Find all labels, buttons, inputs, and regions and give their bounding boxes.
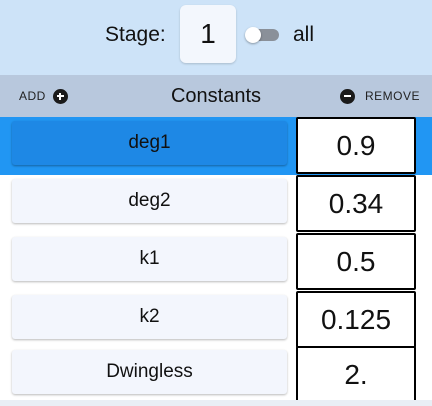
constant-name-button[interactable]: k2	[12, 295, 287, 339]
constant-name-button[interactable]: deg1	[12, 121, 287, 165]
constant-name-button[interactable]: k1	[12, 237, 287, 281]
toggle-label: all	[293, 23, 315, 46]
constant-row: k2 0.125	[0, 291, 432, 349]
remove-circle-icon	[340, 88, 355, 104]
constant-value-field[interactable]: 0.34	[296, 175, 416, 232]
add-label: ADD	[19, 89, 46, 103]
stage-label: Stage:	[105, 23, 166, 46]
constant-row: deg2 0.34	[0, 175, 432, 233]
constants-header: Constants ADD REMOVE	[0, 75, 432, 117]
all-stages-toggle[interactable]	[245, 27, 281, 43]
constant-value-field[interactable]: 2.	[296, 346, 416, 403]
toggle-thumb	[245, 27, 261, 43]
constant-name-button[interactable]: Dwingless	[12, 350, 287, 394]
add-circle-icon	[52, 88, 68, 104]
constant-value-field[interactable]: 0.5	[296, 233, 416, 290]
constant-name-button[interactable]: deg2	[12, 179, 287, 223]
constant-row: deg1 0.9	[0, 117, 432, 175]
constant-value-field[interactable]: 0.125	[296, 291, 416, 348]
constant-value-field[interactable]: 0.9	[296, 117, 416, 174]
stage-number-field[interactable]: 1	[180, 5, 236, 63]
remove-label: REMOVE	[365, 89, 421, 103]
stage-bar: Stage: 1 all	[0, 0, 432, 75]
list-bottom-edge	[0, 400, 432, 406]
remove-constant-button[interactable]: REMOVE	[340, 75, 420, 117]
constant-row: k1 0.5	[0, 233, 432, 291]
add-constant-button[interactable]: ADD	[19, 75, 68, 117]
constant-row: Dwingless 2.	[0, 346, 432, 404]
